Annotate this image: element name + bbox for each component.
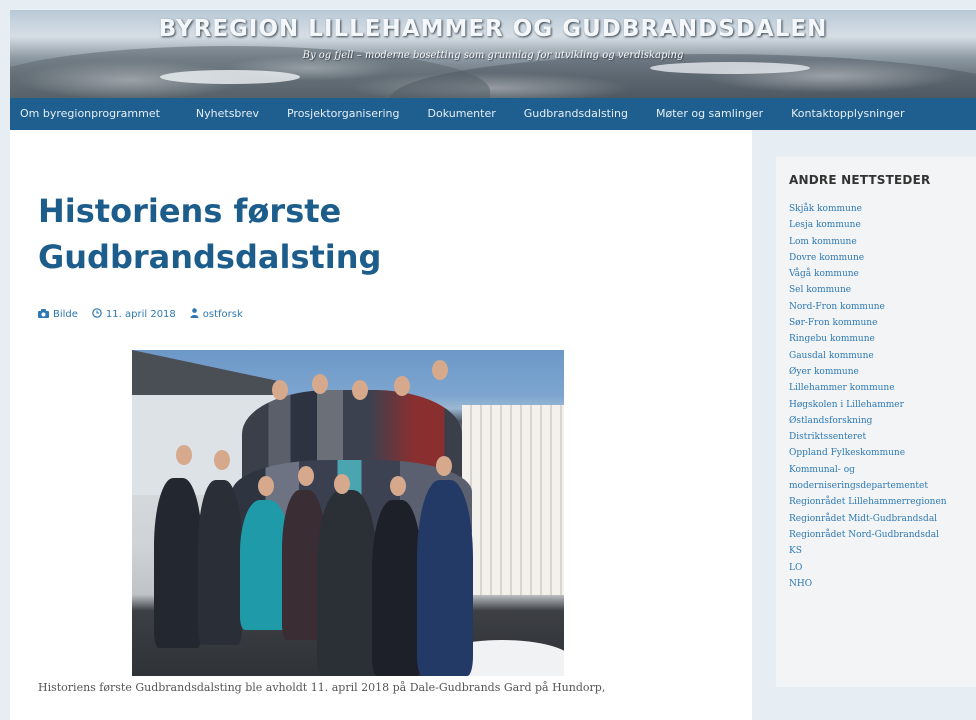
sidebar-link[interactable]: Regionrådet Lillehammerregionen <box>789 494 976 510</box>
sidebar-link[interactable]: Øyer kommune <box>789 364 976 380</box>
post-author[interactable]: ostforsk <box>190 308 243 321</box>
sidebar-heading: ANDRE NETTSTEDER <box>789 173 931 187</box>
nav-item-dokumenter[interactable]: Dokumenter <box>414 98 510 130</box>
sidebar-link[interactable]: Gausdal kommune <box>789 348 976 364</box>
camera-icon <box>38 308 49 321</box>
post-format-label: Bilde <box>53 309 78 320</box>
sidebar-link[interactable]: Ringebu kommune <box>789 331 976 347</box>
clock-icon <box>92 308 102 321</box>
post-date-label: 11. april 2018 <box>105 309 176 320</box>
main-nav: Om byregionprogrammet Nyhetsbrev Prosjek… <box>10 98 976 130</box>
post-date[interactable]: 11. april 2018 <box>92 308 176 321</box>
sidebar-link[interactable]: NHO <box>789 576 976 592</box>
sidebar-widget: ANDRE NETTSTEDER Skjåk kommune Lesja komm… <box>776 157 976 687</box>
sidebar-link[interactable]: Kommunal- og <box>789 462 976 478</box>
nav-item-nyhetsbrev[interactable]: Nyhetsbrev <box>182 98 273 130</box>
post-format[interactable]: Bilde <box>38 308 78 321</box>
sidebar-link[interactable]: Vågå kommune <box>789 266 976 282</box>
sidebar-link[interactable]: moderniseringsdepartementet <box>789 478 976 494</box>
sidebar-link[interactable]: Lillehammer kommune <box>789 380 976 396</box>
sidebar-link[interactable]: Østlandsforskning <box>789 413 976 429</box>
post-title: Historiens første Gudbrandsdalsting <box>38 192 382 276</box>
nav-item-kontaktopplysninger[interactable]: Kontaktopplysninger <box>777 98 918 130</box>
sidebar-link[interactable]: Regionrådet Midt-Gudbrandsdal <box>789 511 976 527</box>
sidebar-link[interactable]: Distriktssenteret <box>789 429 976 445</box>
post-meta: Bilde 11. april 2018 ostforsk <box>38 308 257 321</box>
sidebar-link[interactable]: Sør-Fron kommune <box>789 315 976 331</box>
sidebar-link[interactable]: LO <box>789 560 976 576</box>
sidebar-link[interactable]: Oppland Fylkeskommune <box>789 445 976 461</box>
sidebar-link[interactable]: Høgskolen i Lillehammer <box>789 397 976 413</box>
sidebar-link[interactable]: Lom kommune <box>789 234 976 250</box>
sidebar-link[interactable]: KS <box>789 543 976 559</box>
post-author-label: ostforsk <box>202 309 243 320</box>
group-photo <box>132 350 564 676</box>
sidebar-link[interactable]: Nord-Fron kommune <box>789 299 976 315</box>
header-banner: BYREGION LILLEHAMMER OG GUDBRANDSDALEN B… <box>10 10 976 98</box>
nav-item-moter-og-samlinger[interactable]: Møter og samlinger <box>642 98 777 130</box>
nav-item-prosjektorganisering[interactable]: Prosjektorganisering <box>273 98 414 130</box>
sidebar-link[interactable]: Sel kommune <box>789 282 976 298</box>
sidebar-link[interactable]: Skjåk kommune <box>789 201 976 217</box>
post-content: Historiens første Gudbrandsdalsting Bild… <box>10 130 752 720</box>
sidebar-link[interactable]: Lesja kommune <box>789 217 976 233</box>
sidebar-link[interactable]: Dovre kommune <box>789 250 976 266</box>
sidebar-link[interactable]: Regionrådet Nord-Gudbrandsdal <box>789 527 976 543</box>
user-icon <box>190 308 199 321</box>
site-title[interactable]: BYREGION LILLEHAMMER OG GUDBRANDSDALEN <box>10 16 976 42</box>
site-tagline: By og fjell – moderne bosetting som grun… <box>302 50 684 61</box>
sidebar-link-list: Skjåk kommune Lesja kommune Lom kommune Dov… <box>789 201 976 592</box>
nav-item-gudbrandsdalsting[interactable]: Gudbrandsdalsting <box>510 98 642 130</box>
nav-item-om-byregionprogrammet[interactable]: Om byregionprogrammet <box>10 98 182 130</box>
post-caption: Historiens første Gudbrandsdalsting ble … <box>38 681 606 694</box>
